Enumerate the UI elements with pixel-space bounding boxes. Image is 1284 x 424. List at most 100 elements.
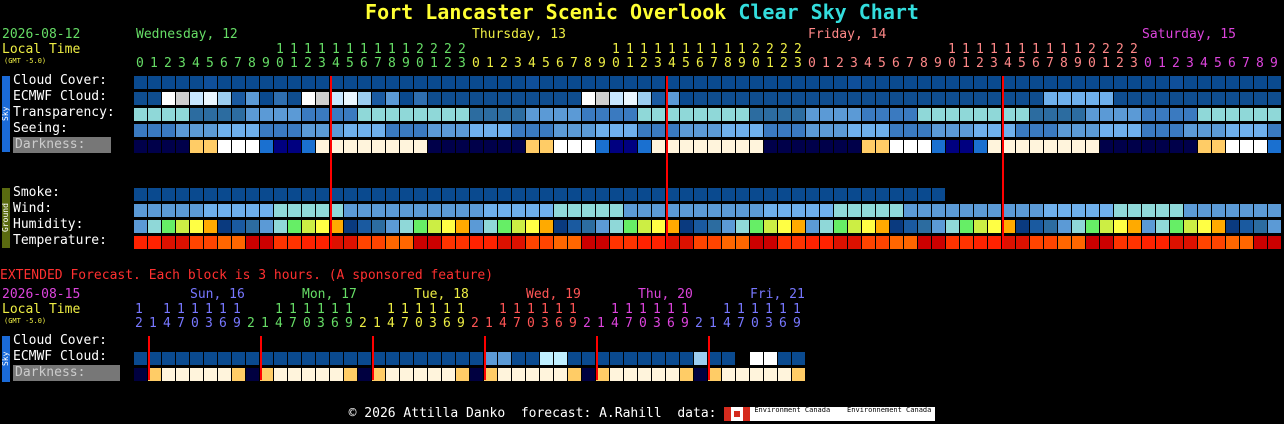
seeing-block[interactable] bbox=[246, 124, 259, 137]
humidity-block[interactable] bbox=[344, 220, 357, 233]
cloud-cover-block[interactable] bbox=[428, 76, 441, 89]
humidity-block[interactable] bbox=[1044, 220, 1057, 233]
cloud-cover-block[interactable] bbox=[1240, 76, 1253, 89]
darkness-block[interactable] bbox=[988, 140, 1001, 153]
ext-darkness-block[interactable] bbox=[330, 368, 343, 381]
transparency-block[interactable] bbox=[400, 108, 413, 121]
temperature-block[interactable] bbox=[176, 236, 189, 249]
temperature-block[interactable] bbox=[778, 236, 791, 249]
cloud-cover-block[interactable] bbox=[134, 76, 147, 89]
darkness-block[interactable] bbox=[232, 140, 245, 153]
humidity-block[interactable] bbox=[694, 220, 707, 233]
transparency-block[interactable] bbox=[1030, 108, 1043, 121]
humidity-block[interactable] bbox=[372, 220, 385, 233]
transparency-block[interactable] bbox=[764, 108, 777, 121]
transparency-block[interactable] bbox=[554, 108, 567, 121]
cloud-cover-block[interactable] bbox=[904, 76, 917, 89]
humidity-block[interactable] bbox=[1058, 220, 1071, 233]
wind-block[interactable] bbox=[1184, 204, 1197, 217]
ecmwf-cloud-block[interactable] bbox=[568, 92, 581, 105]
humidity-block[interactable] bbox=[624, 220, 637, 233]
cloud-cover-block[interactable] bbox=[344, 76, 357, 89]
ext-darkness-block[interactable] bbox=[442, 368, 455, 381]
darkness-block[interactable] bbox=[806, 140, 819, 153]
transparency-block[interactable] bbox=[1170, 108, 1183, 121]
temperature-block[interactable] bbox=[134, 236, 147, 249]
darkness-block[interactable] bbox=[134, 140, 147, 153]
ext-darkness-block[interactable] bbox=[274, 368, 287, 381]
humidity-block[interactable] bbox=[302, 220, 315, 233]
ext-darkness-block[interactable] bbox=[680, 368, 693, 381]
humidity-block[interactable] bbox=[680, 220, 693, 233]
smoke-block[interactable] bbox=[204, 188, 217, 201]
smoke-block[interactable] bbox=[722, 188, 735, 201]
ext-ecmwf-block[interactable] bbox=[666, 352, 679, 365]
ecmwf-cloud-block[interactable] bbox=[610, 92, 623, 105]
ecmwf-cloud-block[interactable] bbox=[792, 92, 805, 105]
smoke-block[interactable] bbox=[512, 188, 525, 201]
cloud-cover-block[interactable] bbox=[232, 76, 245, 89]
darkness-block[interactable] bbox=[1030, 140, 1043, 153]
temperature-block[interactable] bbox=[526, 236, 539, 249]
wind-block[interactable] bbox=[470, 204, 483, 217]
temperature-block[interactable] bbox=[1086, 236, 1099, 249]
humidity-block[interactable] bbox=[470, 220, 483, 233]
darkness-block[interactable] bbox=[1142, 140, 1155, 153]
cloud-cover-block[interactable] bbox=[862, 76, 875, 89]
darkness-block[interactable] bbox=[1114, 140, 1127, 153]
seeing-block[interactable] bbox=[1016, 124, 1029, 137]
ext-darkness-block[interactable] bbox=[638, 368, 651, 381]
transparency-block[interactable] bbox=[904, 108, 917, 121]
wind-block[interactable] bbox=[148, 204, 161, 217]
humidity-block[interactable] bbox=[386, 220, 399, 233]
cloud-cover-block[interactable] bbox=[1072, 76, 1085, 89]
wind-block[interactable] bbox=[834, 204, 847, 217]
seeing-block[interactable] bbox=[498, 124, 511, 137]
wind-block[interactable] bbox=[498, 204, 511, 217]
ecmwf-cloud-block[interactable] bbox=[540, 92, 553, 105]
darkness-block[interactable] bbox=[540, 140, 553, 153]
wind-block[interactable] bbox=[1086, 204, 1099, 217]
smoke-block[interactable] bbox=[344, 188, 357, 201]
humidity-block[interactable] bbox=[582, 220, 595, 233]
cloud-cover-block[interactable] bbox=[442, 76, 455, 89]
seeing-block[interactable] bbox=[512, 124, 525, 137]
temperature-block[interactable] bbox=[470, 236, 483, 249]
humidity-block[interactable] bbox=[232, 220, 245, 233]
ext-darkness-block[interactable] bbox=[218, 368, 231, 381]
cloud-cover-block[interactable] bbox=[764, 76, 777, 89]
temperature-block[interactable] bbox=[372, 236, 385, 249]
seeing-block[interactable] bbox=[442, 124, 455, 137]
ext-darkness-block[interactable] bbox=[134, 368, 147, 381]
smoke-block[interactable] bbox=[904, 188, 917, 201]
darkness-block[interactable] bbox=[442, 140, 455, 153]
ecmwf-cloud-block[interactable] bbox=[638, 92, 651, 105]
temperature-block[interactable] bbox=[708, 236, 721, 249]
wind-block[interactable] bbox=[414, 204, 427, 217]
temperature-block[interactable] bbox=[722, 236, 735, 249]
humidity-block[interactable] bbox=[862, 220, 875, 233]
ecmwf-cloud-block[interactable] bbox=[1044, 92, 1057, 105]
seeing-block[interactable] bbox=[176, 124, 189, 137]
seeing-block[interactable] bbox=[1128, 124, 1141, 137]
smoke-block[interactable] bbox=[288, 188, 301, 201]
temperature-block[interactable] bbox=[764, 236, 777, 249]
temperature-block[interactable] bbox=[638, 236, 651, 249]
humidity-block[interactable] bbox=[1240, 220, 1253, 233]
darkness-block[interactable] bbox=[1086, 140, 1099, 153]
ecmwf-cloud-block[interactable] bbox=[288, 92, 301, 105]
ext-ecmwf-block[interactable] bbox=[176, 352, 189, 365]
smoke-block[interactable] bbox=[134, 188, 147, 201]
seeing-block[interactable] bbox=[1198, 124, 1211, 137]
smoke-block[interactable] bbox=[148, 188, 161, 201]
smoke-block[interactable] bbox=[890, 188, 903, 201]
ext-ecmwf-block[interactable] bbox=[386, 352, 399, 365]
temperature-block[interactable] bbox=[1226, 236, 1239, 249]
cloud-cover-block[interactable] bbox=[988, 76, 1001, 89]
seeing-block[interactable] bbox=[876, 124, 889, 137]
temperature-block[interactable] bbox=[736, 236, 749, 249]
seeing-block[interactable] bbox=[1184, 124, 1197, 137]
darkness-block[interactable] bbox=[274, 140, 287, 153]
temperature-block[interactable] bbox=[1240, 236, 1253, 249]
seeing-block[interactable] bbox=[162, 124, 175, 137]
